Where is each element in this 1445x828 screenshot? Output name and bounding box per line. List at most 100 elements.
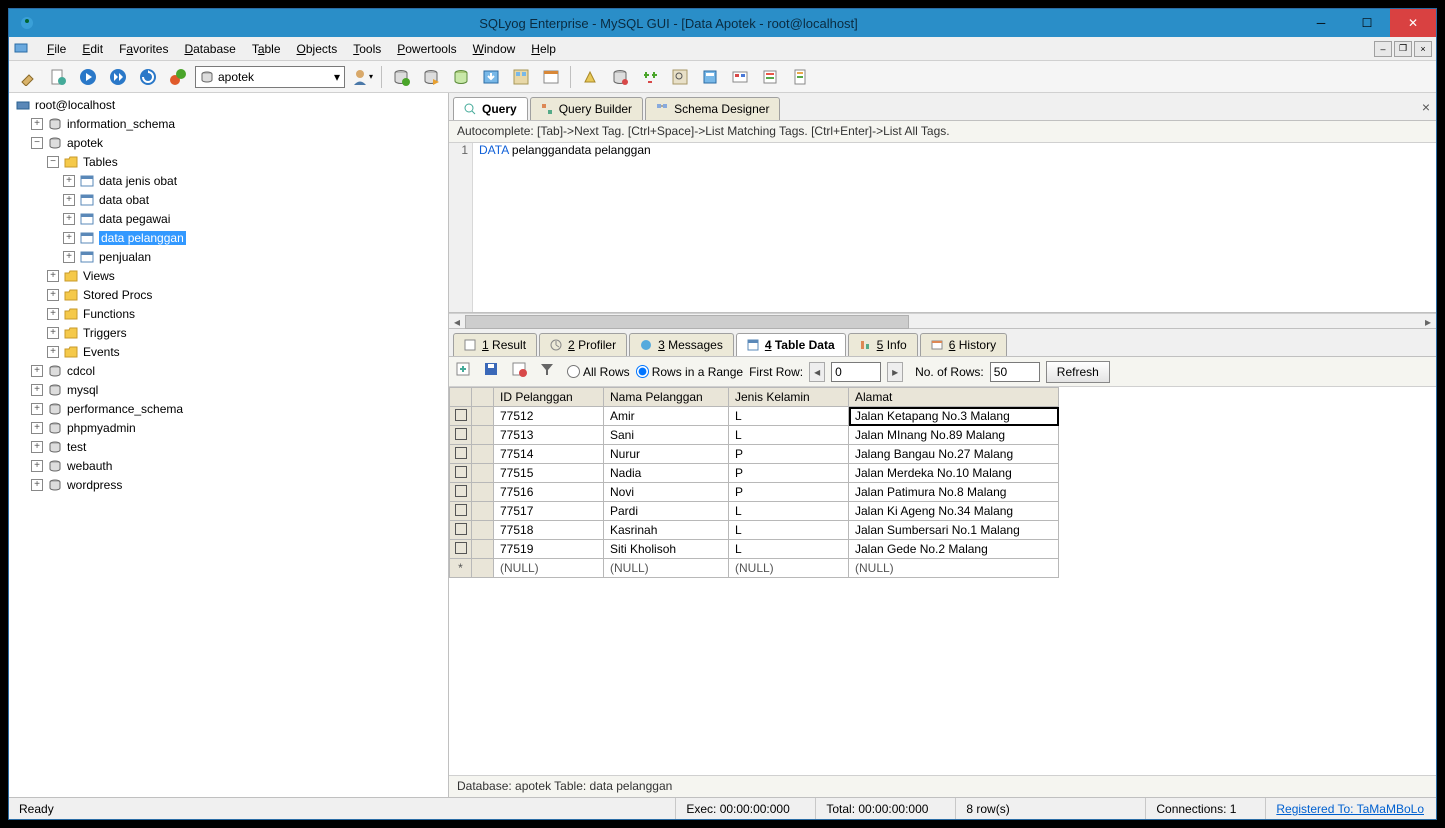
cell[interactable]: Siti Kholisoh (604, 540, 729, 559)
tree-db-apotek[interactable]: −apotek (9, 133, 448, 152)
column-header[interactable]: ID Pelanggan (494, 388, 604, 407)
tree-expand-icon[interactable]: + (63, 232, 75, 244)
row-selector[interactable] (450, 483, 472, 502)
tree-db-phpmyadmin[interactable]: +phpmyadmin (9, 418, 448, 437)
cell[interactable]: Jalang Bangau No.27 Malang (849, 445, 1059, 464)
tree-expand-icon[interactable]: + (47, 270, 59, 282)
registered-link[interactable]: Registered To: TaMaMBoLo (1266, 798, 1436, 819)
tab-profiler[interactable]: 2 Profiler (539, 333, 627, 356)
column-header[interactable]: Jenis Kelamin (729, 388, 849, 407)
maximize-button[interactable]: ☐ (1344, 9, 1390, 37)
table-row[interactable]: 77515NadiaPJalan Merdeka No.10 Malang (450, 464, 1059, 483)
sql-editor[interactable]: 1 DATA pelanggandata pelanggan (449, 143, 1436, 313)
tab-info[interactable]: 5 Info (848, 333, 918, 356)
tree-folder-procs[interactable]: +Stored Procs (9, 285, 448, 304)
schedule-button[interactable] (538, 64, 564, 90)
refresh-button[interactable] (135, 64, 161, 90)
cell[interactable]: Jalan Merdeka No.10 Malang (849, 464, 1059, 483)
cell[interactable]: Jalan Gede No.2 Malang (849, 540, 1059, 559)
tree-table-data-pelanggan[interactable]: +data pelanggan (9, 228, 448, 247)
tree-folder-events[interactable]: +Events (9, 342, 448, 361)
tree-folder-functions[interactable]: +Functions (9, 304, 448, 323)
save-button[interactable] (483, 361, 505, 383)
rows-range-radio[interactable]: Rows in a Range (636, 365, 743, 379)
report-button[interactable] (787, 64, 813, 90)
menu-file[interactable]: File (39, 39, 74, 59)
tree-expand-icon[interactable]: + (31, 384, 43, 396)
cell[interactable]: (NULL) (729, 559, 849, 578)
tree-table-data-pegawai[interactable]: +data pegawai (9, 209, 448, 228)
cell[interactable]: 77512 (494, 407, 604, 426)
cell[interactable]: (NULL) (494, 559, 604, 578)
cell[interactable]: 77518 (494, 521, 604, 540)
menu-objects[interactable]: Objects (289, 39, 346, 59)
no-rows-input[interactable] (990, 362, 1040, 382)
tree-expand-icon[interactable]: + (31, 460, 43, 472)
execute-all-button[interactable] (105, 64, 131, 90)
tab-result[interactable]: 1 Result (453, 333, 537, 356)
cell[interactable]: 77516 (494, 483, 604, 502)
tree-table-penjualan[interactable]: +penjualan (9, 247, 448, 266)
table-row[interactable]: 77516NoviPJalan Patimura No.8 Malang (450, 483, 1059, 502)
scroll-thumb[interactable] (465, 315, 909, 329)
tree-expand-icon[interactable]: + (47, 327, 59, 339)
new-query-button[interactable] (45, 64, 71, 90)
row-selector[interactable] (450, 521, 472, 540)
tree-db-wordpress[interactable]: +wordpress (9, 475, 448, 494)
tree-db-cdcol[interactable]: +cdcol (9, 361, 448, 380)
table-row[interactable]: 77519Siti KholisohLJalan Gede No.2 Malan… (450, 540, 1059, 559)
db-sync-button[interactable] (388, 64, 414, 90)
tab-history[interactable]: 6 History (920, 333, 1007, 356)
cell[interactable]: Pardi (604, 502, 729, 521)
new-connection-button[interactable] (15, 64, 41, 90)
all-rows-radio[interactable]: All Rows (567, 365, 630, 379)
column-header[interactable]: Nama Pelanggan (604, 388, 729, 407)
menu-favorites[interactable]: Favorites (111, 39, 176, 59)
menu-window[interactable]: Window (465, 39, 524, 59)
tab-query-builder[interactable]: Query Builder (530, 97, 643, 120)
menu-help[interactable]: Help (523, 39, 564, 59)
data-sync-button[interactable] (418, 64, 444, 90)
editor-hscrollbar[interactable]: ◂ ▸ (449, 313, 1436, 329)
menu-edit[interactable]: Edit (74, 39, 111, 59)
table-row[interactable]: 77517PardiLJalan Ki Ageng No.34 Malang (450, 502, 1059, 521)
user-manager-button[interactable]: ▾ (349, 64, 375, 90)
export-button[interactable] (508, 64, 534, 90)
visual-button[interactable] (727, 64, 753, 90)
mdi-restore-button[interactable]: ❐ (1394, 41, 1412, 57)
next-page-button[interactable]: ▸ (887, 362, 903, 382)
tree-expand-icon[interactable]: + (63, 213, 75, 225)
cell[interactable]: Jalan Patimura No.8 Malang (849, 483, 1059, 502)
cell[interactable]: Novi (604, 483, 729, 502)
tree-expand-icon[interactable]: + (31, 118, 43, 130)
tree-root[interactable]: root@localhost (9, 95, 448, 114)
scroll-left-icon[interactable]: ◂ (449, 314, 465, 330)
row-selector[interactable] (450, 502, 472, 521)
cell[interactable]: 77517 (494, 502, 604, 521)
database-combo[interactable]: apotek ▾ (195, 66, 345, 88)
cell[interactable]: 77519 (494, 540, 604, 559)
flush-button[interactable] (577, 64, 603, 90)
cell[interactable]: P (729, 464, 849, 483)
backup-button[interactable] (448, 64, 474, 90)
column-header[interactable]: Alamat (849, 388, 1059, 407)
tree-expand-icon[interactable]: + (47, 346, 59, 358)
delete-row-button[interactable] (511, 361, 533, 383)
tree-expand-icon[interactable]: + (63, 251, 75, 263)
copy-db-button[interactable] (637, 64, 663, 90)
notify-button[interactable] (697, 64, 723, 90)
menu-powertools[interactable]: Powertools (389, 39, 464, 59)
table-diag-button[interactable] (607, 64, 633, 90)
tree-expand-icon[interactable]: + (63, 175, 75, 187)
form-button[interactable] (757, 64, 783, 90)
tree-folder-triggers[interactable]: +Triggers (9, 323, 448, 342)
table-row[interactable]: 77512AmirLJalan Ketapang No.3 Malang (450, 407, 1059, 426)
cell[interactable]: L (729, 407, 849, 426)
tab-query[interactable]: Query (453, 97, 528, 120)
first-row-input[interactable] (831, 362, 881, 382)
menu-table[interactable]: Table (244, 39, 289, 59)
data-grid[interactable]: ID PelangganNama PelangganJenis KelaminA… (449, 387, 1436, 775)
titlebar[interactable]: SQLyog Enterprise - MySQL GUI - [Data Ap… (9, 9, 1436, 37)
tree-expand-icon[interactable]: + (31, 422, 43, 434)
cell[interactable]: 77515 (494, 464, 604, 483)
